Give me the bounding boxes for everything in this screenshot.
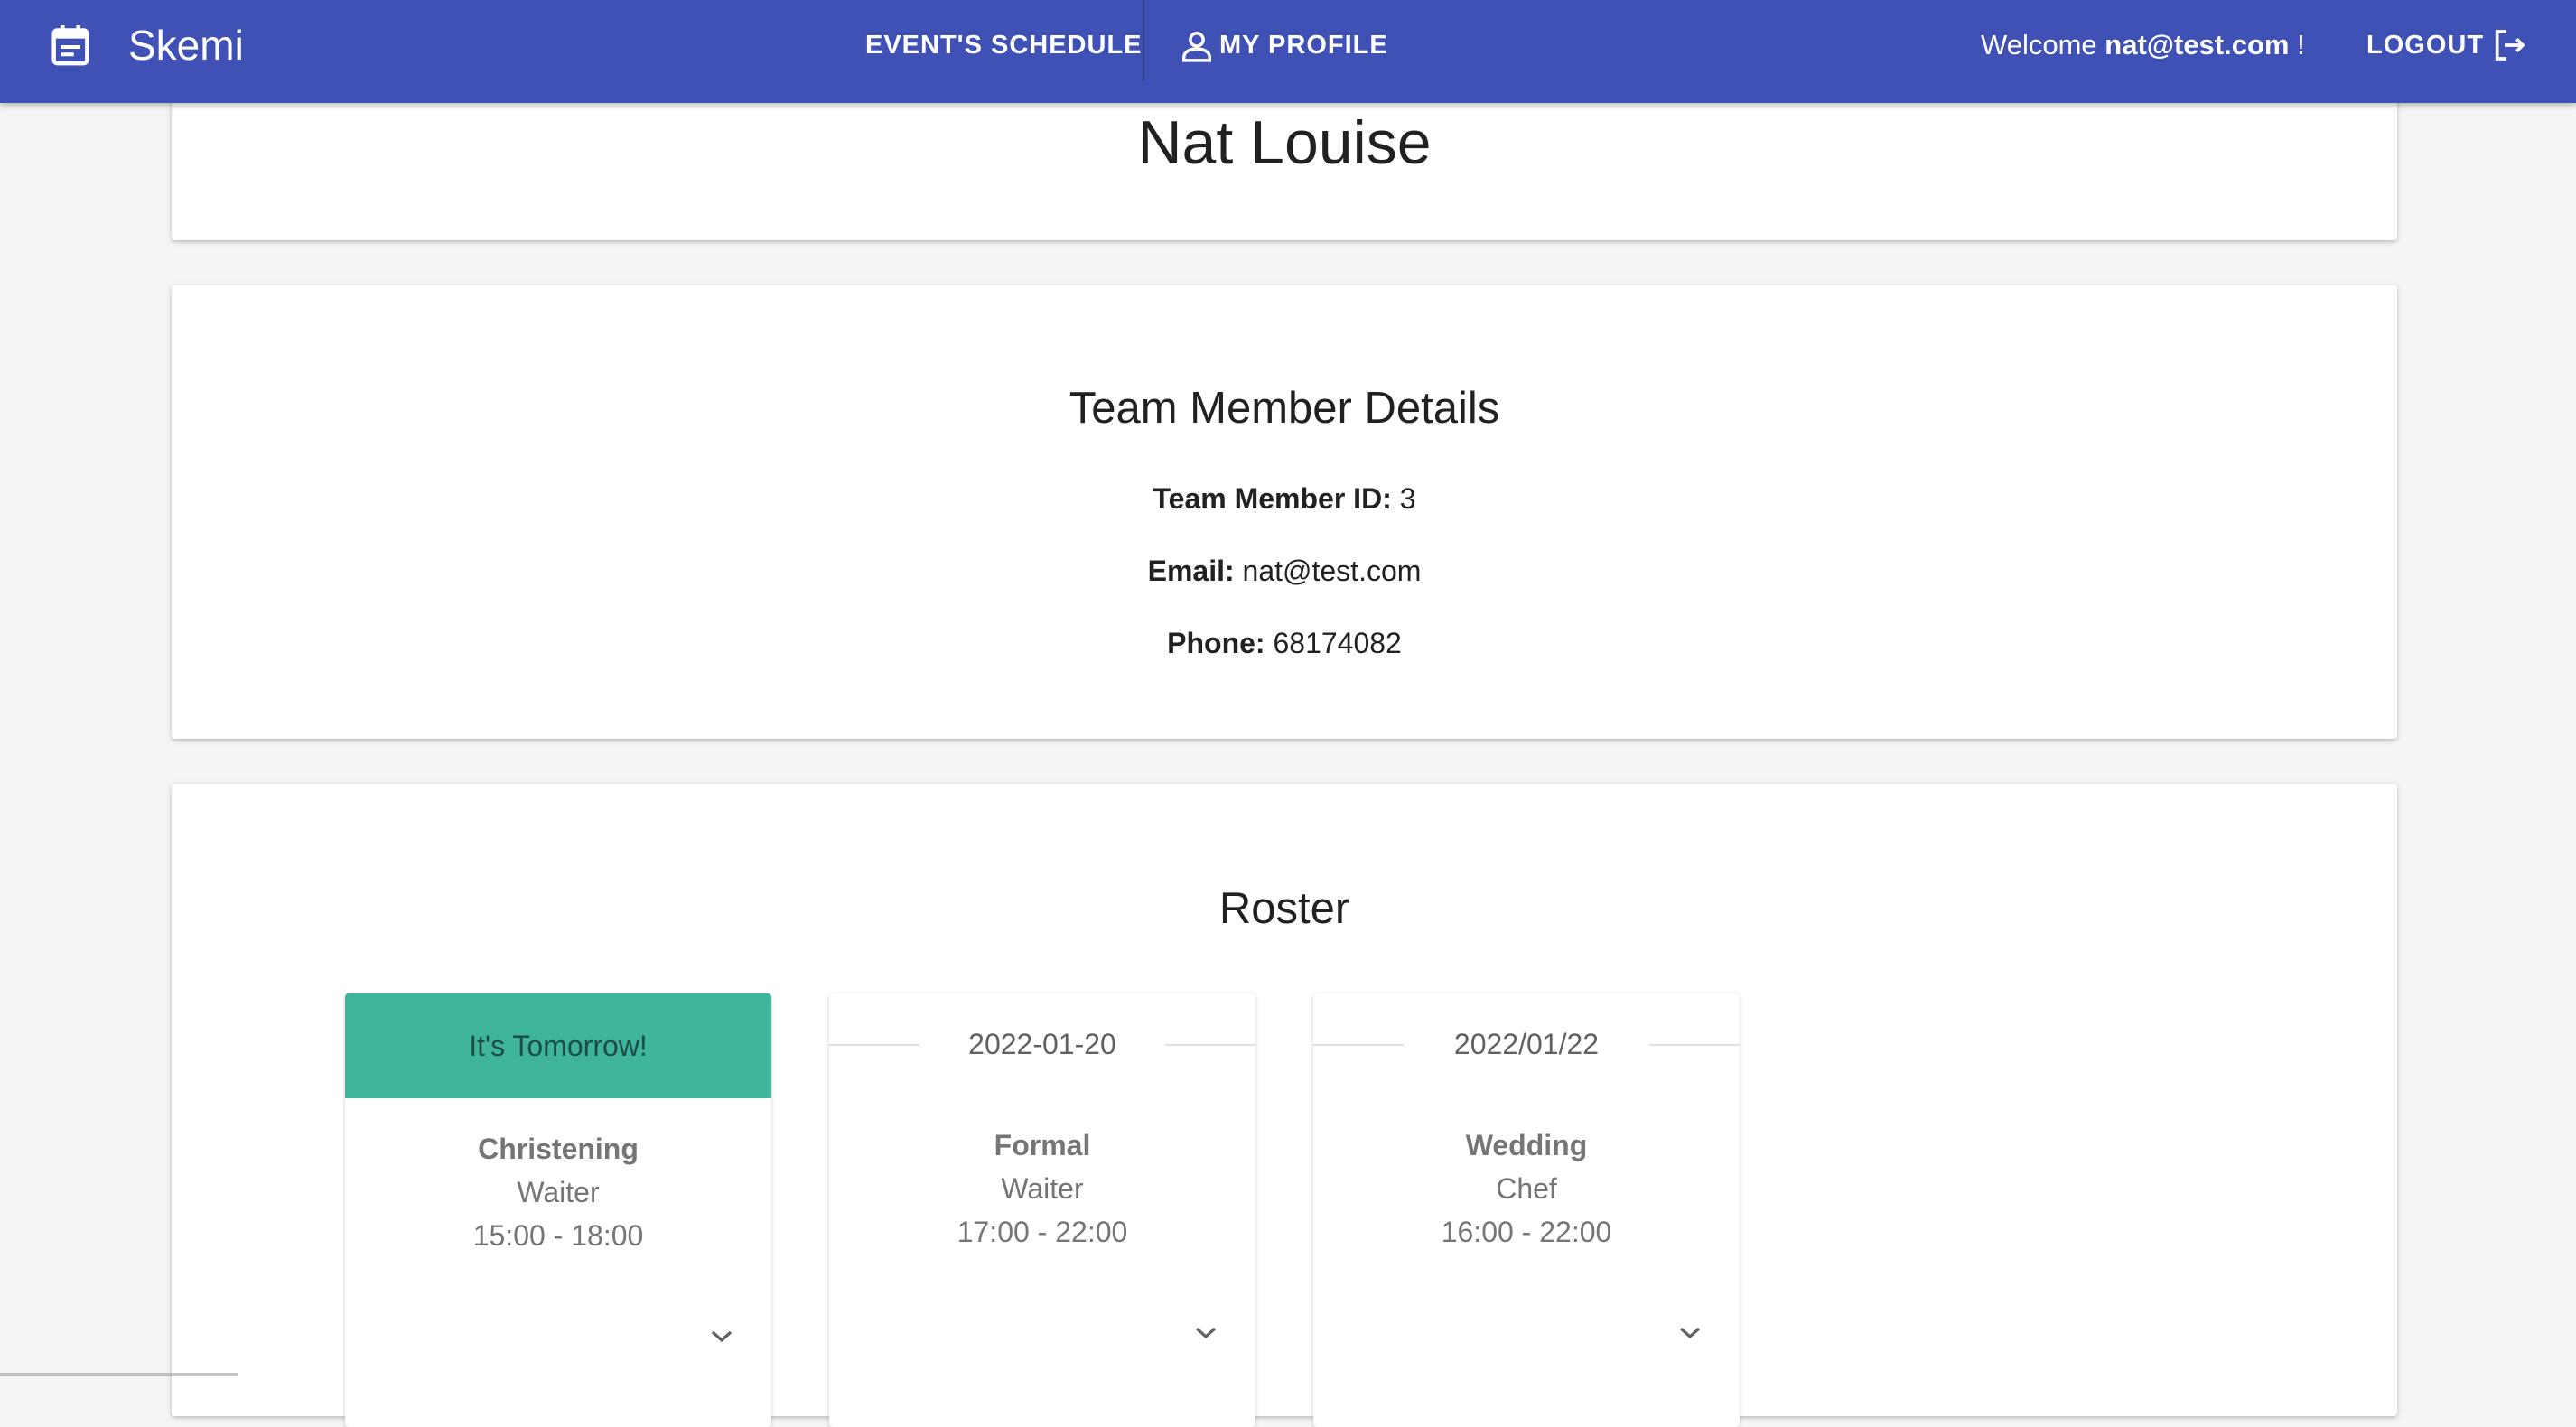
event-role: Chef (1496, 1172, 1557, 1205)
roster-event-card[interactable]: 2022/01/22 Wedding Chef 16:00 - 22:00 (1313, 993, 1740, 1427)
event-time: 17:00 - 22:00 (957, 1216, 1128, 1248)
event-type: Christening (478, 1133, 639, 1165)
chevron-down-icon[interactable] (1676, 1324, 1703, 1342)
event-time: 15:00 - 18:00 (472, 1219, 644, 1252)
date-divider-right (1165, 1044, 1255, 1046)
event-time: 16:00 - 22:00 (1441, 1216, 1612, 1248)
roster-card: Roster It's Tomorrow! Christening Waiter… (172, 784, 2397, 1427)
event-type: Formal (994, 1129, 1091, 1161)
chevron-down-icon[interactable] (1192, 1324, 1219, 1342)
welcome-message: Welcome nat@test.com ! (1981, 0, 2305, 90)
details-title: Team Member Details (1069, 384, 1500, 433)
calendar-icon[interactable] (51, 23, 90, 67)
roster-title: Roster (1218, 884, 1350, 933)
horizontal-scrollbar[interactable] (0, 1373, 238, 1376)
nav-my-profile[interactable]: MY PROFILE (1180, 0, 1388, 90)
logout-label: LOGOUT (2366, 31, 2485, 60)
app-bar: Skemi EVENT'S SCHEDULE MY PROFILE Welcom… (0, 0, 2576, 103)
roster-event-card[interactable]: It's Tomorrow! Christening Waiter 15:00 … (345, 993, 771, 1427)
logout-button[interactable]: LOGOUT (2366, 0, 2525, 90)
event-role: Waiter (517, 1176, 600, 1208)
detail-id-label: Team Member ID: (1153, 482, 1392, 515)
chevron-down-icon[interactable] (708, 1328, 735, 1346)
event-tomorrow-banner: It's Tomorrow! (345, 993, 771, 1098)
app-title[interactable]: Skemi (128, 18, 244, 72)
detail-email: Email: nat@test.com (172, 551, 2397, 591)
nav-events-schedule-label: EVENT'S SCHEDULE (865, 31, 1143, 60)
event-date-header: 2022/01/22 (1313, 993, 1740, 1098)
nav-my-profile-label: MY PROFILE (1219, 31, 1388, 60)
nav-divider (1143, 0, 1144, 81)
detail-email-value: nat@test.com (1242, 555, 1422, 587)
date-divider-right (1649, 1044, 1740, 1046)
detail-id-value: 3 (1399, 482, 1416, 515)
event-type: Wedding (1465, 1129, 1588, 1161)
detail-phone: Phone: 68174082 (172, 623, 2397, 663)
event-date-header: 2022-01-20 (829, 993, 1255, 1098)
nav-events-schedule[interactable]: EVENT'S SCHEDULE (865, 0, 1143, 90)
welcome-user: nat@test.com (2105, 29, 2290, 61)
welcome-prefix: Welcome (1981, 29, 2097, 61)
detail-phone-value: 68174082 (1273, 627, 1402, 659)
welcome-suffix: ! (2297, 29, 2305, 61)
event-role: Waiter (1001, 1172, 1084, 1205)
detail-email-label: Email: (1147, 555, 1235, 587)
person-icon (1182, 32, 1211, 62)
team-member-details-card: Team Member Details Team Member ID: 3 Em… (172, 285, 2397, 739)
logout-icon (2495, 30, 2525, 61)
detail-phone-label: Phone: (1167, 627, 1265, 659)
roster-event-card[interactable]: 2022-01-20 Formal Waiter 17:00 - 22:00 (829, 993, 1255, 1427)
profile-name: Nat Louise (1137, 108, 1432, 177)
detail-id: Team Member ID: 3 (172, 479, 2397, 518)
